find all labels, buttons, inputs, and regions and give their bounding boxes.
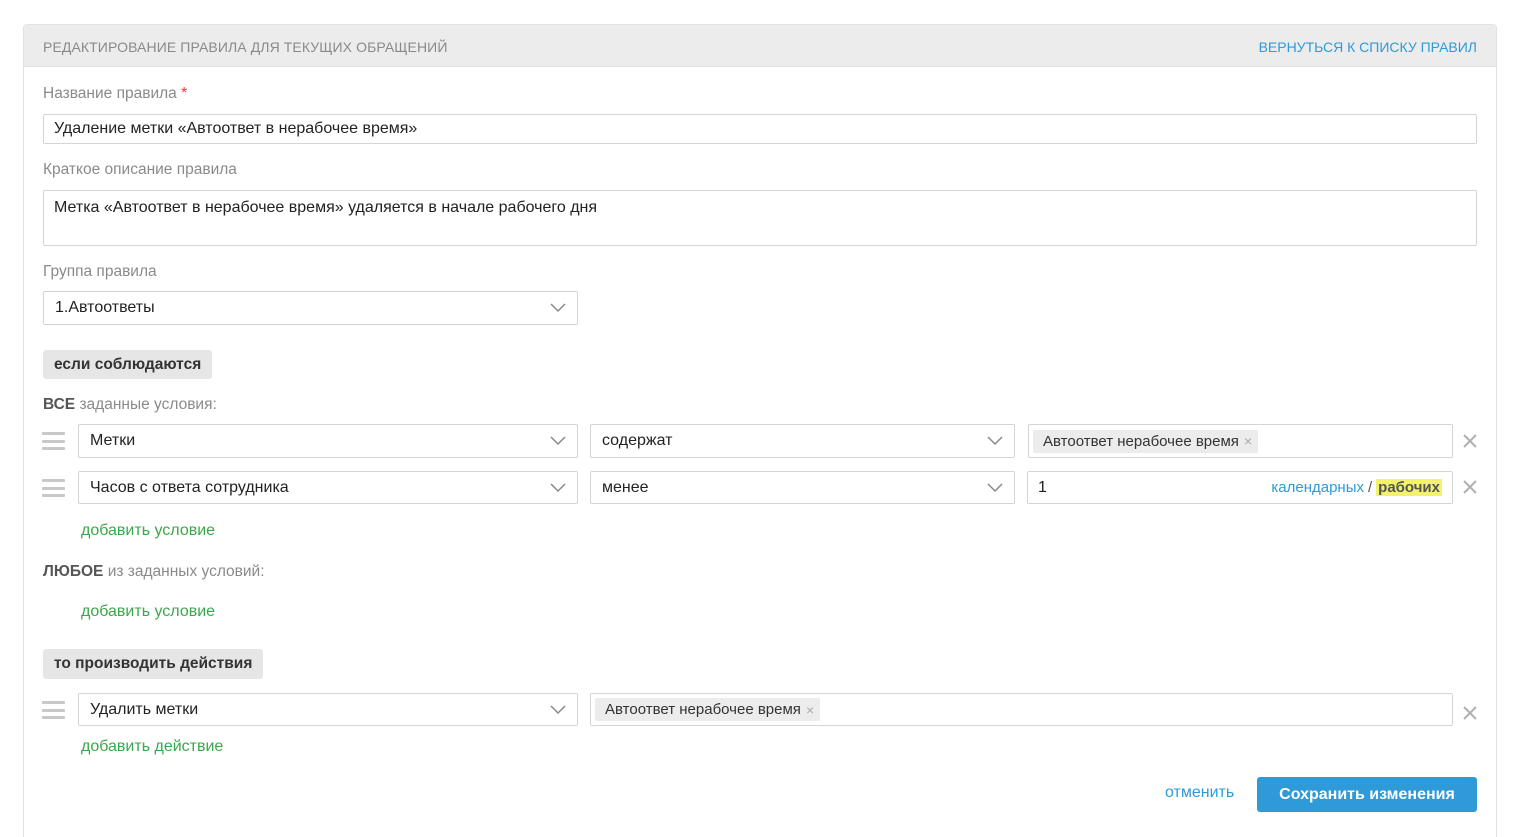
card-header: РЕДАКТИРОВАНИЕ ПРАВИЛА ДЛЯ ТЕКУЩИХ ОБРАЩ… — [24, 25, 1496, 67]
any-suffix: из заданных условий: — [107, 563, 265, 580]
any-conditions-caption: ЛЮБОЕ из заданных условий: — [43, 563, 265, 581]
chevron-down-icon — [987, 436, 1003, 446]
description-value: Метка «Автоответ в нерабочее время» удал… — [54, 199, 598, 216]
condition-1-field-value: Метки — [90, 432, 136, 449]
action-1-tags-input[interactable]: Автоответ нерабочее время × — [590, 693, 1453, 726]
cancel-link[interactable]: отменить — [1165, 784, 1234, 802]
condition-2-operator-select[interactable]: менее — [590, 471, 1015, 504]
hours-mode-switch: календарных / рабочих — [1271, 478, 1442, 497]
all-prefix: ВСЕ — [43, 396, 76, 413]
condition-1-operator-select[interactable]: содержат — [590, 424, 1015, 458]
tag-remove-icon[interactable]: × — [1244, 433, 1252, 449]
rule-name-label-text: Название правила — [43, 85, 177, 102]
mode-separator: / — [1367, 478, 1373, 496]
tag-chip: Автоответ нерабочее время × — [1033, 429, 1259, 453]
condition-1-tags-input[interactable]: Автоответ нерабочее время × — [1028, 424, 1453, 458]
action-1-select[interactable]: Удалить метки — [78, 693, 578, 726]
tag-remove-icon[interactable]: × — [806, 702, 814, 718]
condition-2-hours-input[interactable]: 1 календарных / рабочих — [1027, 471, 1453, 504]
drag-handle-icon[interactable] — [42, 477, 65, 499]
actions-section-label: то производить действия — [43, 649, 264, 679]
any-prefix: ЛЮБОЕ — [43, 563, 104, 580]
required-mark: * — [181, 85, 188, 102]
close-icon[interactable] — [1463, 702, 1477, 724]
working-hours-link[interactable]: рабочих — [1376, 478, 1442, 496]
chevron-down-icon — [550, 704, 566, 714]
rule-name-label: Название правила * — [43, 85, 187, 103]
group-select-value: 1.Автоответы — [55, 299, 155, 316]
conditions-section-label: если соблюдаются — [43, 350, 213, 379]
group-label: Группа правила — [43, 263, 157, 280]
drag-handle-icon[interactable] — [42, 430, 65, 452]
description-textarea[interactable]: Метка «Автоответ в нерабочее время» удал… — [43, 190, 1477, 246]
condition-2-field-value: Часов с ответа сотрудника — [90, 478, 289, 496]
condition-1-field-select[interactable]: Метки — [78, 424, 578, 458]
add-condition-any-link[interactable]: добавить условие — [81, 603, 215, 621]
add-action-link[interactable]: добавить действие — [81, 738, 223, 756]
rule-name-input[interactable]: Удаление метки «Автоответ в нерабочее вр… — [43, 114, 1477, 144]
tag-chip-label: Автоответ нерабочее время — [605, 701, 801, 718]
tag-chip: Автоответ нерабочее время × — [595, 698, 821, 721]
calendar-hours-link[interactable]: календарных — [1271, 479, 1364, 496]
chevron-down-icon — [550, 436, 566, 446]
tag-chip-label: Автоответ нерабочее время — [1043, 432, 1239, 450]
description-label: Краткое описание правила — [43, 161, 237, 178]
chevron-down-icon — [987, 482, 1003, 492]
condition-2-operator-value: менее — [602, 478, 649, 496]
drag-handle-icon[interactable] — [42, 699, 65, 721]
chevron-down-icon — [550, 482, 566, 492]
chevron-down-icon — [550, 303, 566, 313]
add-condition-all-link[interactable]: добавить условие — [81, 522, 215, 540]
rule-name-value: Удаление метки «Автоответ в нерабочее вр… — [54, 120, 418, 137]
back-to-rules-link[interactable]: ВЕРНУТЬСЯ К СПИСКУ ПРАВИЛ — [1259, 39, 1477, 55]
condition-1-operator-value: содержат — [602, 432, 673, 449]
group-select[interactable]: 1.Автоответы — [43, 291, 578, 325]
condition-2-field-select[interactable]: Часов с ответа сотрудника — [78, 471, 578, 504]
close-icon[interactable] — [1463, 476, 1477, 498]
all-conditions-caption: ВСЕ заданные условия: — [43, 396, 217, 414]
action-1-value: Удалить метки — [90, 700, 199, 718]
save-button[interactable]: Сохранить изменения — [1257, 777, 1477, 812]
all-suffix: заданные условия: — [79, 396, 217, 413]
close-icon[interactable] — [1463, 430, 1477, 452]
hours-value: 1 — [1038, 478, 1047, 496]
page-title: РЕДАКТИРОВАНИЕ ПРАВИЛА ДЛЯ ТЕКУЩИХ ОБРАЩ… — [43, 39, 448, 55]
